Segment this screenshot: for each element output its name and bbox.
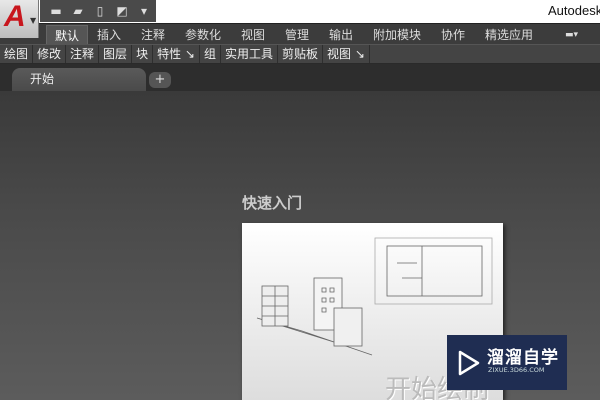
panel-properties[interactable]: 特性 ↘ xyxy=(153,45,200,63)
tab-featured-apps[interactable]: 精选应用 xyxy=(485,25,533,45)
panel-annotation[interactable]: 注释 xyxy=(66,45,100,63)
quick-start-heading: 快速入门 xyxy=(242,194,303,212)
autocad-logo: A xyxy=(4,0,26,33)
panel-draw[interactable]: 绘图 xyxy=(0,45,34,63)
ribbon-tabs: 默认 插入 注释 参数化 视图 管理 输出 附加模块 协作 精选应用 ▬▾ xyxy=(0,23,600,45)
panel-block[interactable]: 块 xyxy=(132,45,154,63)
watermark-url: ZIXUE.3D66.COM xyxy=(488,366,545,374)
tab-manage[interactable]: 管理 xyxy=(285,25,309,45)
tab-default[interactable]: 默认 xyxy=(46,25,89,45)
tab-addins[interactable]: 附加模块 xyxy=(373,25,421,45)
panel-utilities[interactable]: 实用工具 xyxy=(221,45,278,63)
tab-collaborate[interactable]: 协作 xyxy=(441,25,465,45)
file-tabs-bar: 开始 + xyxy=(0,64,600,91)
tab-insert[interactable]: 插入 xyxy=(97,25,121,45)
file-tab-start[interactable]: 开始 xyxy=(12,68,146,91)
ribbon-panels: 绘图 修改 注释 图层 块 特性 ↘ 组 实用工具 剪贴板 视图 ↘ xyxy=(0,44,600,64)
panel-modify[interactable]: 修改 xyxy=(33,45,67,63)
panel-view[interactable]: 视图 ↘ xyxy=(323,45,370,63)
panel-clipboard[interactable]: 剪贴板 xyxy=(278,45,323,63)
save-icon[interactable]: ▯ xyxy=(92,4,108,18)
tab-annotate[interactable]: 注释 xyxy=(141,25,165,45)
plot-icon[interactable]: ◩ xyxy=(114,4,130,18)
chevron-down-icon: ▼ xyxy=(30,16,37,25)
add-tab-button[interactable]: + xyxy=(149,72,171,88)
dropdown-icon[interactable]: ▾ xyxy=(136,4,152,18)
open-folder-icon[interactable]: ▰ xyxy=(70,4,86,18)
tab-parametric[interactable]: 参数化 xyxy=(185,25,221,45)
watermark: 溜溜自学 ZIXUE.3D66.COM xyxy=(447,335,567,390)
ribbon-toggle-icon[interactable]: ▬▾ xyxy=(565,25,578,45)
new-file-icon[interactable]: ▬ xyxy=(48,4,64,18)
app-title: Autodesk xyxy=(548,3,600,18)
panel-layers[interactable]: 图层 xyxy=(99,45,133,63)
panel-groups[interactable]: 组 xyxy=(200,45,221,63)
quick-access-toolbar: ▬ ▰ ▯ ◩ ▾ xyxy=(40,0,156,22)
watermark-name: 溜溜自学 xyxy=(487,348,559,368)
application-menu-button[interactable]: A ▼ xyxy=(0,0,39,38)
play-logo-icon xyxy=(458,350,480,376)
tab-output[interactable]: 输出 xyxy=(329,25,353,45)
tab-view[interactable]: 视图 xyxy=(241,25,265,45)
